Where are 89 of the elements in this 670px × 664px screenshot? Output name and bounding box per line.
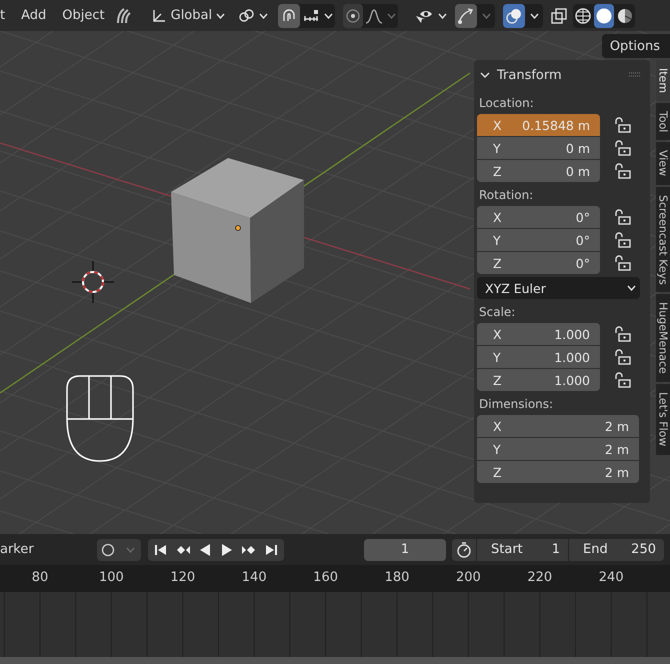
sidebar-tab[interactable]: View — [656, 142, 670, 185]
unlocked-padlock-icon[interactable] — [614, 140, 632, 156]
menu-item[interactable]: Object — [56, 8, 111, 23]
menu-item[interactable]: Add — [15, 8, 52, 23]
group-label: Scale: — [478, 304, 516, 321]
xray-icon — [551, 8, 568, 24]
3d-cursor-icon — [71, 260, 115, 304]
material-sphere-icon — [617, 8, 634, 24]
number-field[interactable]: X 2 m — [477, 415, 639, 437]
number-field[interactable]: Z 0 m — [477, 160, 600, 182]
link-icon — [237, 8, 256, 24]
caret-icon — [530, 12, 539, 18]
caret-icon — [438, 12, 448, 18]
caret-icon — [324, 12, 334, 18]
caret-icon — [126, 546, 134, 552]
number-field[interactable]: Z 0° — [477, 252, 600, 274]
unlocked-padlock-icon[interactable] — [614, 209, 632, 225]
unlocked-padlock-icon[interactable] — [614, 163, 632, 179]
frame-number: 240 — [598, 570, 624, 585]
overlays-icon — [505, 6, 524, 24]
caret-icon — [259, 12, 268, 18]
preview-range-toggle[interactable] — [452, 538, 476, 560]
skip-end-icon — [264, 542, 278, 556]
wireframe-sphere-icon — [575, 8, 592, 24]
caret-icon — [387, 12, 396, 18]
mouse-icon — [66, 375, 134, 462]
number-field[interactable]: X 1.000 — [477, 323, 600, 345]
stopwatch-icon — [456, 542, 472, 558]
skip-start-icon — [154, 542, 168, 556]
unlocked-padlock-icon[interactable] — [614, 349, 632, 365]
frame-number: 100 — [98, 570, 124, 585]
number-field[interactable]: Y 0° — [477, 229, 600, 251]
number-field[interactable]: Y 1.000 — [477, 346, 600, 368]
end-frame-field[interactable]: End 250 — [569, 538, 664, 560]
group-label: Rotation: — [478, 187, 534, 204]
frame-number: 160 — [313, 570, 338, 585]
snap-toggle[interactable] — [278, 4, 300, 28]
overlays-toggle[interactable] — [503, 4, 526, 28]
frame-number: 220 — [527, 570, 552, 585]
solid-sphere-icon — [596, 8, 612, 24]
drag-handle-icon — [629, 72, 641, 78]
gizmo-icon — [457, 6, 476, 24]
caret-icon — [482, 12, 491, 18]
sidebar-tab[interactable]: Let's Flow — [656, 384, 670, 455]
unlocked-padlock-icon[interactable] — [614, 117, 632, 133]
caret-icon — [216, 12, 226, 18]
play-reverse-icon — [198, 542, 212, 556]
panel-title[interactable]: Transform — [497, 68, 562, 82]
orientation-dropdown[interactable]: Global — [146, 4, 230, 28]
group-label: Dimensions: — [478, 396, 554, 413]
number-field[interactable]: Y 2 m — [477, 438, 639, 460]
menu-item[interactable]: arker — [0, 542, 90, 557]
unlocked-padlock-icon[interactable] — [614, 326, 632, 342]
current-frame-field[interactable]: 1 — [364, 538, 446, 560]
curves-icon — [114, 6, 133, 24]
scrollbar[interactable] — [0, 657, 670, 664]
sidebar-tab[interactable]: Item — [656, 60, 670, 102]
play-icon — [220, 542, 234, 556]
shading-mode-button[interactable] — [594, 4, 614, 28]
gizmo-toggle[interactable] — [455, 4, 478, 28]
circle-icon — [101, 542, 115, 556]
frame-number: 140 — [242, 570, 267, 585]
falloff-curve-icon — [365, 8, 384, 24]
proportional-editing-toggle[interactable] — [343, 4, 364, 28]
number-field[interactable]: Z 1.000 — [477, 369, 600, 391]
target-icon — [345, 8, 362, 24]
start-frame-field[interactable]: Start 1 — [477, 538, 568, 560]
number-field[interactable]: Z 2 m — [477, 461, 639, 483]
3d-viewport[interactable]: Options Transform Location: X 0.15848 m Y 0 m Z 0 m Rotation: X 0° Y 0° Z 0° XYZ Euler Scale: X 1.000 Y 1.000 Z 1.000 Dimensions: X 2 m Y 2 m Z 2 m Item Tool View Screencast Keys HugeMenace Let's Flow — [0, 31, 670, 534]
options-dropdown[interactable]: Options — [602, 34, 670, 58]
number-field[interactable]: X 0° — [477, 206, 600, 228]
axes-icon — [150, 8, 167, 24]
menu-item[interactable]: t — [0, 8, 12, 23]
number-field[interactable]: Y 0 m — [477, 137, 600, 159]
frame-number: 180 — [384, 570, 410, 585]
group-label: Location: — [478, 95, 535, 112]
sidebar-tab[interactable]: Screencast Keys — [656, 186, 670, 292]
frame-ruler[interactable]: 80 100 120 140 160 180 200 220 240 — [0, 565, 670, 592]
unlocked-padlock-icon[interactable] — [614, 232, 632, 248]
sidebar-tab[interactable]: HugeMenace — [656, 294, 670, 382]
frame-number: 80 — [32, 570, 48, 585]
frame-number: 120 — [170, 570, 196, 585]
increment-icon — [302, 8, 320, 22]
unlocked-padlock-icon[interactable] — [614, 255, 632, 271]
unlocked-padlock-icon[interactable] — [614, 372, 632, 388]
frame-number: 200 — [456, 570, 481, 585]
caret-icon — [627, 285, 636, 291]
rotation-mode-dropdown[interactable]: XYZ Euler — [477, 277, 640, 299]
sidebar-tab[interactable]: Tool — [656, 103, 670, 140]
